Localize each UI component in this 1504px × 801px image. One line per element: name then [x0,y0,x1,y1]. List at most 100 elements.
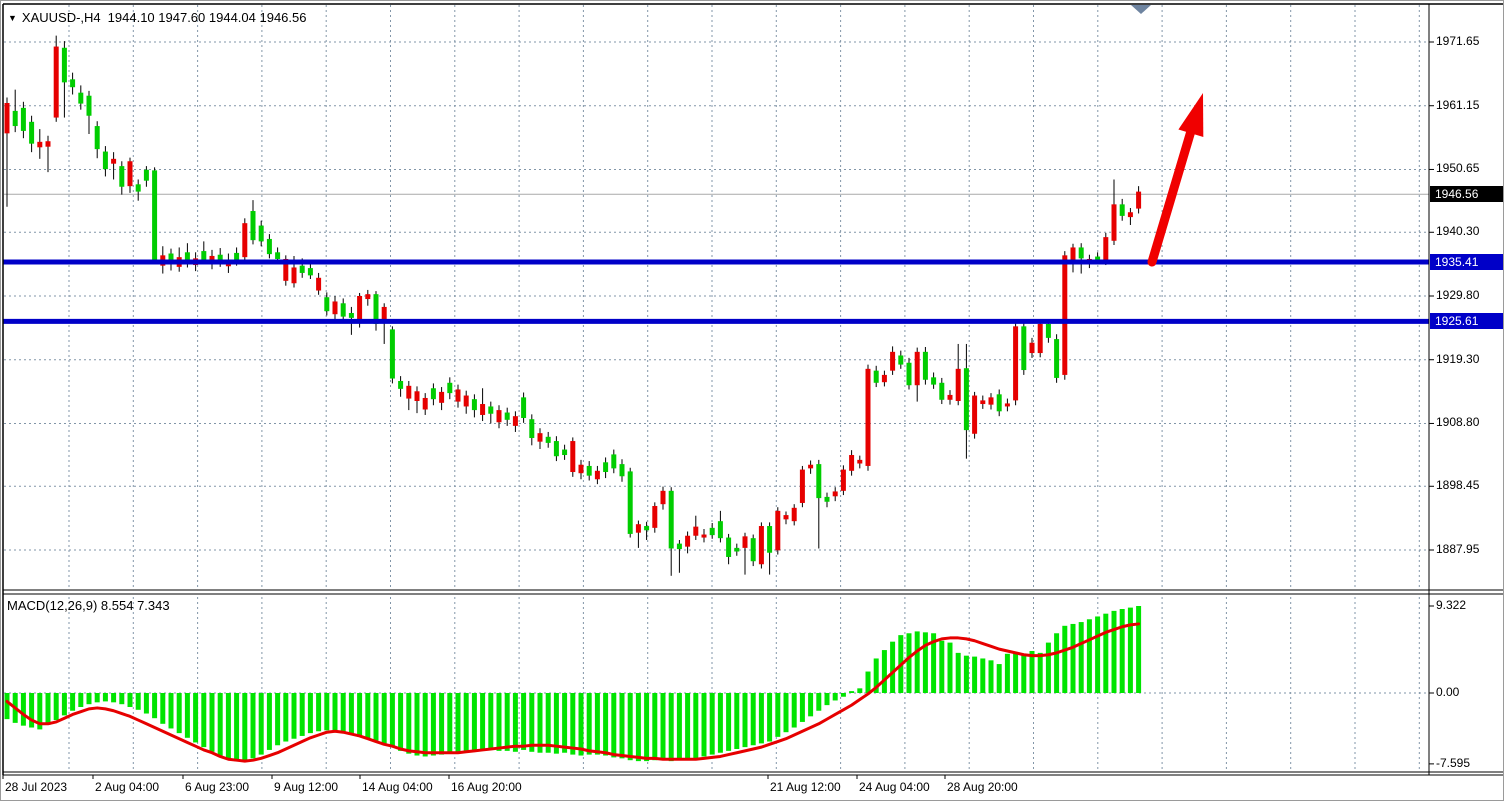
price-axis-label: 1940.30 [1436,224,1479,238]
macd-histogram-bar [390,693,395,747]
macd-histogram-bar [128,693,133,707]
candle-body [201,251,206,259]
candle-body [890,352,895,371]
macd-histogram-bar [431,693,436,756]
candle-body [800,470,805,503]
candle-body [825,497,830,502]
macd-histogram-bar [570,693,575,755]
candle-body [62,48,67,83]
candle-body [1112,204,1117,240]
candle-body [1103,237,1108,259]
chart-ohlc-values: 1944.10 1947.60 1944.04 1946.56 [108,10,307,25]
macd-histogram-bar [464,693,469,752]
macd-histogram-bar [111,693,116,702]
macd-histogram-bar [308,693,313,733]
macd-histogram-bar [95,693,100,702]
candle-body [292,267,297,283]
macd-histogram-bar [710,693,715,755]
candle-body [570,441,575,472]
macd-histogram-bar [365,693,370,739]
macd-histogram-bar [283,693,288,742]
macd-histogram-bar [1021,654,1026,693]
candle-body [956,369,961,401]
macd-histogram-bar [1112,611,1117,693]
candle-body [710,528,715,535]
macd-histogram-bar [849,691,854,693]
macd-histogram-bar [218,693,223,756]
candle-body [37,142,42,147]
candle-body [1062,255,1067,375]
candle-body [1071,247,1076,260]
macd-histogram-bar [136,693,141,710]
resistance-level-tag[interactable]: 1935.41 [1430,254,1504,270]
macd-histogram-bar [751,693,756,745]
macd-histogram-bar [661,693,666,759]
macd-histogram-bar [488,693,493,750]
macd-histogram-bar [562,693,567,753]
candle-body [251,211,256,240]
candle-body [931,377,936,384]
candle-body [13,111,18,126]
trend-arrow-head[interactable] [1178,93,1203,137]
candle-body [644,526,649,530]
candle-body [308,268,313,275]
trend-arrow-shaft[interactable] [1152,131,1191,262]
macd-histogram-bar [800,693,805,722]
macd-histogram-bar [505,693,510,751]
candle-body [152,170,157,260]
macd-histogram-bar [119,693,124,704]
macd-histogram-bar [341,693,346,733]
candle-body [300,266,305,273]
time-axis-label: 28 Aug 20:00 [947,780,1018,794]
candle-body [529,419,534,438]
macd-histogram-bar [652,693,657,760]
candle-body [1005,403,1010,406]
candle-body [128,161,133,186]
candle-body [702,535,707,538]
macd-histogram-bar [890,642,895,693]
macd-histogram-bar [357,693,362,737]
macd-histogram-bar [857,688,862,693]
candle-body [734,548,739,552]
macd-histogram-bar [439,693,444,755]
macd-histogram-bar [456,693,461,752]
candle-body [775,511,780,550]
macd-histogram-bar [374,693,379,741]
macd-histogram-bar [210,693,215,752]
candle-body [119,166,124,187]
chart-title: ▼XAUUSD-,H41944.10 1947.60 1944.04 1946.… [8,10,306,25]
price-axis-label: 1898.45 [1436,478,1479,492]
macd-histogram-bar [767,693,772,742]
candle-body [743,536,748,548]
macd-histogram-bar [103,693,108,701]
candle-body [1013,326,1018,400]
candle-body [488,406,493,413]
macd-histogram-bar [1079,622,1084,693]
macd-histogram-bar [964,656,969,693]
candle-body [898,355,903,364]
candle-body [595,471,600,479]
candle-body [603,462,608,472]
macd-histogram-bar [882,650,887,693]
macd-histogram-bar [775,693,780,737]
candle-body [636,524,641,532]
macd-axis-label: 0.00 [1436,685,1459,699]
candle-body [997,394,1002,411]
macd-axis-label: 9.322 [1436,598,1466,612]
time-axis-label: 28 Jul 2023 [5,780,67,794]
macd-histogram-bar [784,693,789,732]
chart-top-marker-icon [1131,5,1151,14]
candle-body [718,521,723,538]
macd-histogram-bar [644,693,649,761]
candle-body [1095,257,1100,260]
candle-body [423,398,428,410]
macd-histogram-bar [1095,616,1100,693]
candle-body [661,491,666,504]
macd-histogram-bar [521,693,526,750]
candle-body [365,294,370,299]
candle-body [964,368,969,430]
support-level-tag[interactable]: 1925.61 [1430,313,1504,329]
macd-histogram-bar [677,693,682,760]
candle-body [1030,343,1035,353]
candle-body [620,464,625,476]
